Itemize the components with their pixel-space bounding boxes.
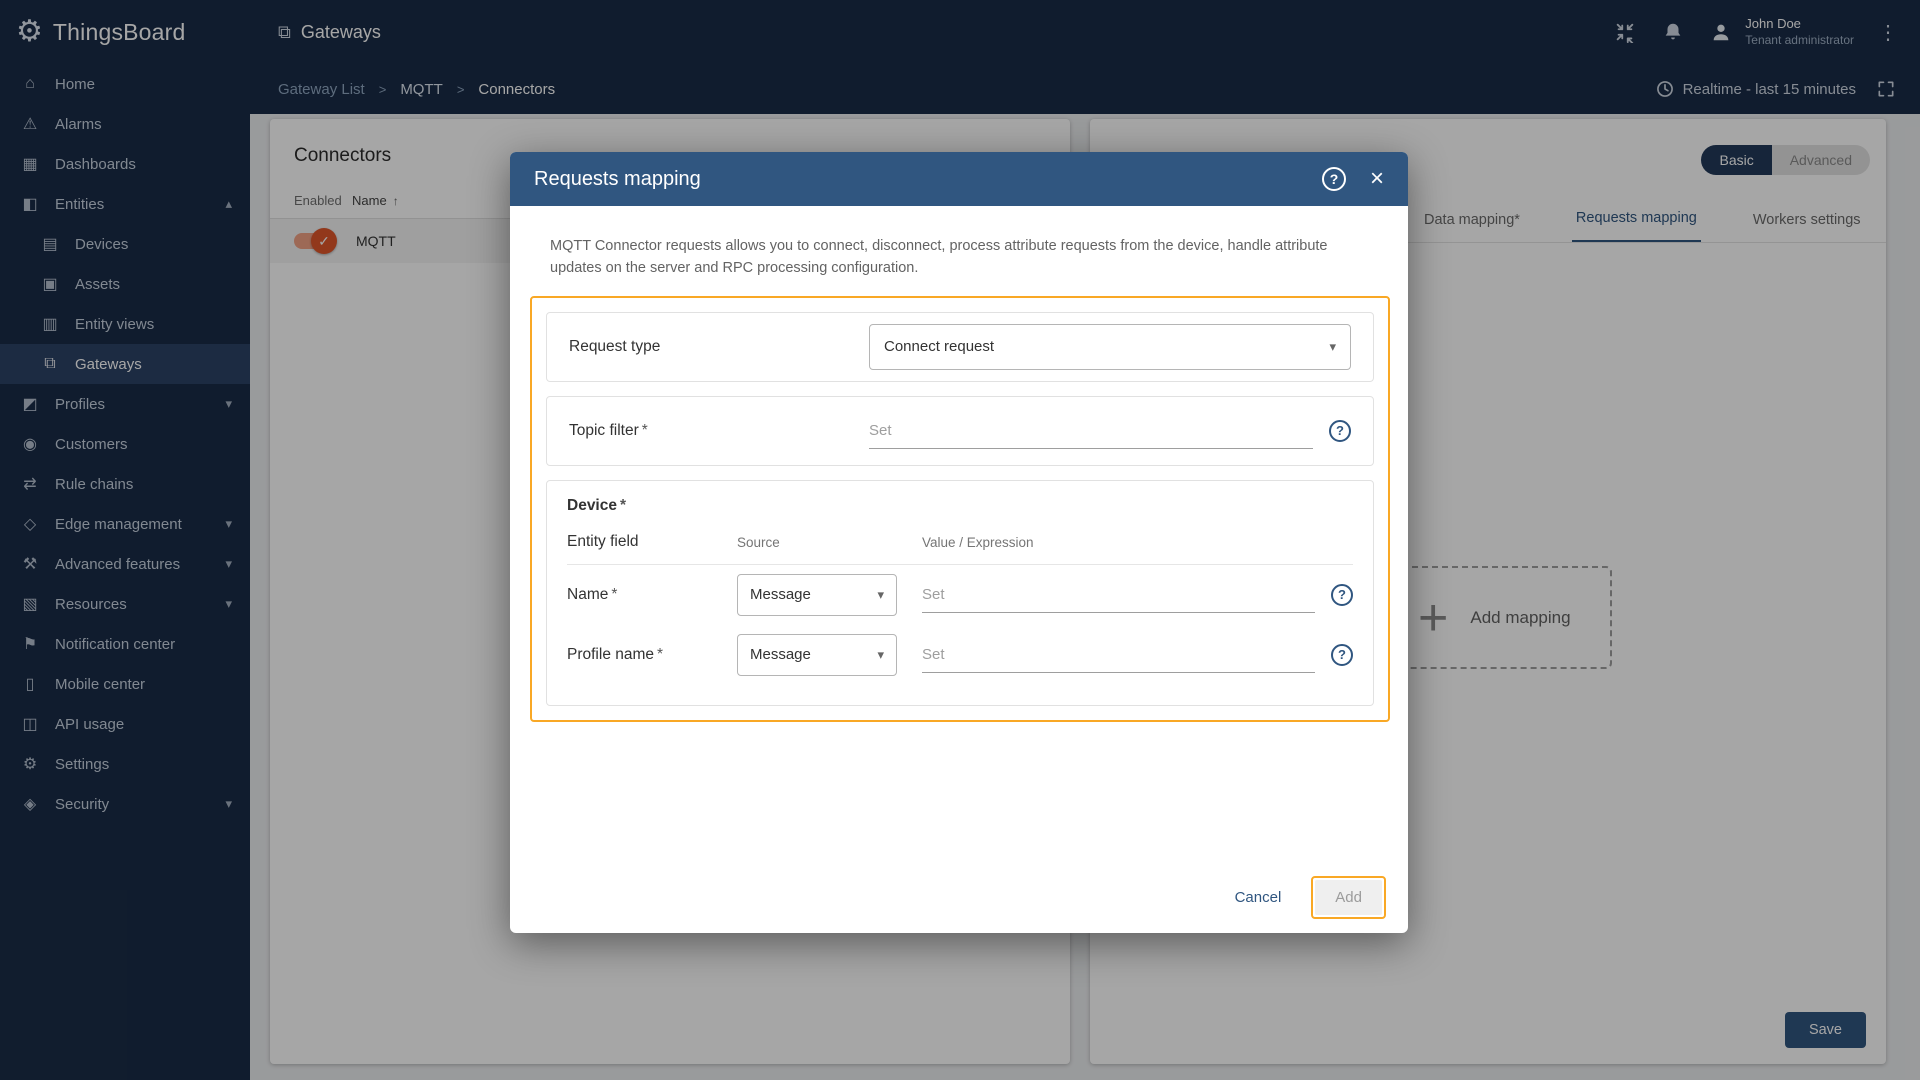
required-mark: *: [657, 645, 664, 663]
column-value-expression: Value / Expression: [922, 534, 1034, 550]
chevron-down-icon: ▾: [1329, 338, 1336, 354]
column-source: Source: [737, 534, 780, 550]
profile-name-source-select[interactable]: Message ▾: [737, 633, 897, 676]
device-section: Device * Entity field Source Value / Expr…: [546, 479, 1374, 706]
profile-name-value-input[interactable]: [922, 636, 1315, 673]
chevron-down-icon: ▾: [877, 586, 884, 602]
cancel-button[interactable]: Cancel: [1225, 881, 1292, 914]
highlighted-form-section: Request type Connect request ▾ Topic fil…: [530, 295, 1390, 722]
required-mark: *: [619, 496, 627, 514]
profile-name-help-icon[interactable]: ?: [1331, 643, 1353, 666]
name-help-icon[interactable]: ?: [1331, 583, 1353, 606]
request-type-select[interactable]: Connect request ▾: [869, 323, 1351, 370]
topic-filter-input[interactable]: [869, 412, 1313, 449]
add-button-highlight: Add: [1311, 876, 1386, 919]
required-mark: *: [641, 421, 648, 439]
add-button[interactable]: Add: [1315, 880, 1382, 915]
topic-filter-label: Topic filter *: [569, 421, 648, 439]
name-field-label: Name *: [567, 585, 618, 603]
dialog-title: Requests mapping: [534, 167, 701, 190]
profile-name-row: Profile name* Message ▾ ?: [567, 625, 1353, 685]
topic-filter-row: Topic filter* ?: [546, 395, 1374, 466]
device-name-row: Name* Message ▾ ?: [567, 565, 1353, 625]
device-section-label: Device *: [567, 496, 627, 514]
profile-name-field-label: Profile name *: [567, 645, 664, 663]
dialog-footer: Cancel Add: [1225, 876, 1386, 919]
request-type-row: Request type Connect request ▾: [546, 311, 1374, 382]
name-value-input[interactable]: [922, 576, 1315, 613]
requests-mapping-dialog: Requests mapping ? × MQTT Connector requ…: [510, 152, 1408, 933]
dialog-header: Requests mapping ? ×: [510, 152, 1408, 206]
column-entity-field: Entity field: [567, 533, 639, 550]
request-type-label: Request type: [569, 337, 661, 355]
name-source-select[interactable]: Message ▾: [737, 573, 897, 616]
close-icon[interactable]: ×: [1370, 167, 1384, 191]
device-table-header: Entity field Source Value / Expression: [567, 521, 1353, 565]
dialog-hint-text: MQTT Connector requests allows you to co…: [550, 238, 1328, 276]
topic-filter-help-icon[interactable]: ?: [1329, 419, 1351, 442]
chevron-down-icon: ▾: [877, 646, 884, 662]
thingsboard-app: ⚙ ThingsBoard ⌂ Home ⚠ Alarms ▦ Dashboar…: [0, 0, 1920, 1080]
required-mark: *: [611, 585, 618, 603]
help-icon[interactable]: ?: [1321, 167, 1346, 191]
